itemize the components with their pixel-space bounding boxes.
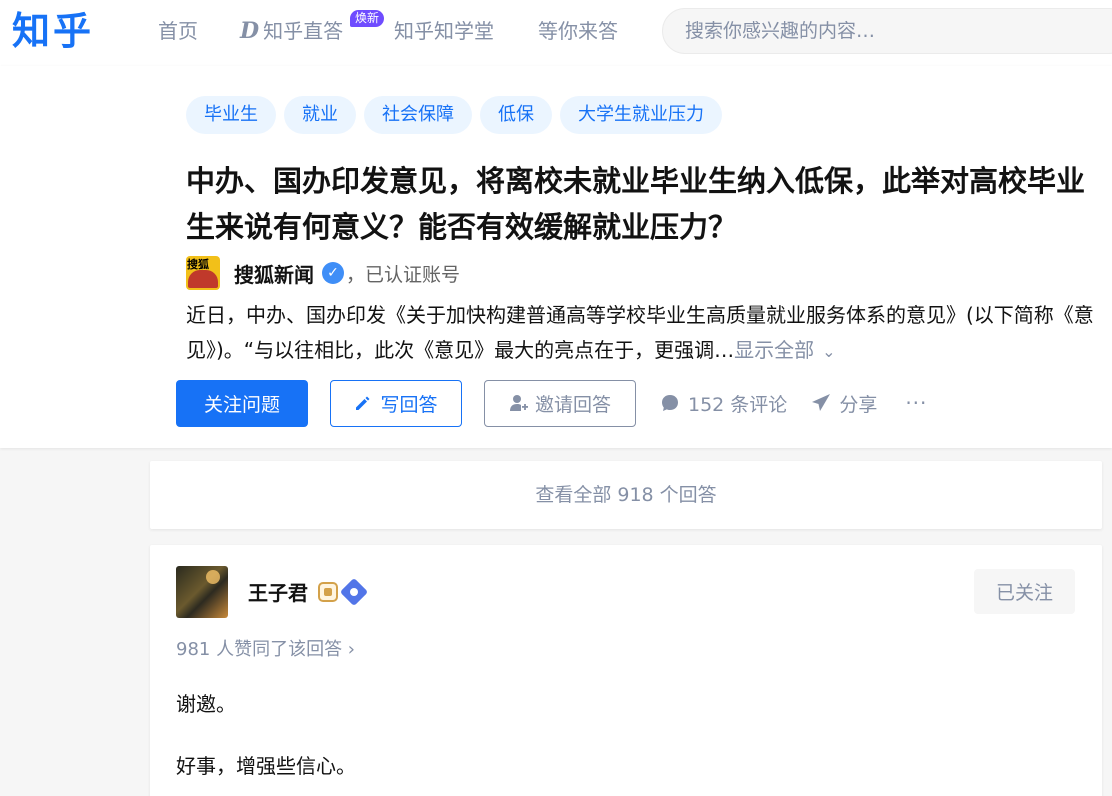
- nav-wait-answer[interactable]: 等你来答: [538, 18, 618, 44]
- chevron-down-icon[interactable]: ⌄: [822, 342, 835, 361]
- share-plane-icon: [812, 394, 831, 411]
- add-user-icon: [509, 395, 528, 411]
- vote-count[interactable]: 981 人赞同了该回答 ›: [176, 635, 355, 661]
- question-title: 中办、国办印发意见，将离校未就业毕业生纳入低保，此举对高校毕业生来说有何意义？能…: [186, 164, 1086, 244]
- answer-card: 王子君 已关注 981 人赞同了该回答 › 谢邀。 好事，增强些信心。: [150, 545, 1102, 796]
- question-header: 毕业生 就业 社会保障 低保 大学生就业压力 中办、国办印发意见，将离校未就业毕…: [0, 66, 1112, 448]
- share-label: 分享: [839, 393, 878, 416]
- show-all-link[interactable]: 显示全部: [734, 338, 814, 362]
- search-input[interactable]: [685, 20, 1105, 42]
- answer-author: 王子君: [248, 577, 369, 606]
- write-answer-label: 写回答: [380, 393, 438, 416]
- view-all-answers[interactable]: 查看全部 918 个回答: [150, 461, 1102, 529]
- pencil-icon: [356, 396, 370, 410]
- answer-author-name[interactable]: 王子君: [248, 577, 308, 606]
- verified-check-icon: ✓: [322, 262, 344, 284]
- write-answer-button[interactable]: 写回答: [330, 379, 462, 427]
- fox-logo-shape: [188, 270, 218, 288]
- author-name[interactable]: 搜狐新闻: [234, 259, 314, 288]
- more-options-icon[interactable]: ···: [905, 391, 927, 415]
- top-nav-bar: 知乎 首页 D 知乎直答 焕新 知乎知学堂 等你来答: [0, 0, 1112, 66]
- certified-badge-icon: [339, 577, 369, 606]
- new-badge: 焕新: [350, 10, 385, 27]
- zhida-d-icon: D: [240, 18, 260, 44]
- question-actions: 关注问题 写回答 邀请回答 152 条评论 分享 ···: [176, 379, 927, 427]
- creator-badge-icon: [318, 581, 338, 602]
- topic-tag[interactable]: 毕业生: [186, 96, 276, 134]
- answer-paragraph: 好事，增强些信心。: [176, 754, 356, 778]
- comments-button[interactable]: 152 条评论: [660, 390, 787, 417]
- follow-question-button[interactable]: 关注问题: [176, 379, 308, 427]
- nav-zhihu-direct-label: 知乎直答: [263, 19, 344, 43]
- topic-tag[interactable]: 低保: [480, 96, 552, 134]
- followed-button[interactable]: 已关注: [974, 569, 1075, 614]
- comment-bubble-icon: [662, 395, 678, 411]
- topic-tag[interactable]: 社会保障: [364, 96, 472, 134]
- comments-count: 152 条评论: [688, 393, 788, 416]
- sohu-news-avatar[interactable]: 搜狐: [186, 256, 220, 290]
- author-desc: ，已认证账号: [346, 263, 461, 286]
- topic-tag[interactable]: 就业: [284, 96, 356, 134]
- nav-zhihu-school[interactable]: 知乎知学堂: [394, 18, 494, 44]
- share-button[interactable]: 分享: [811, 390, 877, 417]
- topic-list: 毕业生 就业 社会保障 低保 大学生就业压力: [186, 96, 722, 134]
- zhihu-logo[interactable]: 知乎: [12, 8, 94, 54]
- search-box[interactable]: [662, 8, 1112, 54]
- sohu-logo-text: 搜狐: [187, 258, 209, 271]
- nav-zhihu-direct[interactable]: D 知乎直答: [240, 18, 343, 44]
- excerpt-text: 近日，中办、国办印发《关于加快构建普通高等学校毕业生高质量就业服务体系的意见》(…: [186, 303, 1094, 362]
- avatar[interactable]: [176, 566, 228, 618]
- nav-home[interactable]: 首页: [158, 18, 198, 44]
- answer-paragraph: 谢邀。: [176, 692, 236, 716]
- avatar-highlight: [206, 570, 220, 584]
- question-excerpt: 近日，中办、国办印发《关于加快构建普通高等学校毕业生高质量就业服务体系的意见》(…: [186, 298, 1096, 369]
- invite-answer-label: 邀请回答: [534, 393, 611, 416]
- question-author: 搜狐 搜狐新闻 ✓ ，已认证账号: [186, 256, 460, 290]
- topic-tag[interactable]: 大学生就业压力: [560, 96, 722, 134]
- invite-answer-button[interactable]: 邀请回答: [484, 379, 636, 427]
